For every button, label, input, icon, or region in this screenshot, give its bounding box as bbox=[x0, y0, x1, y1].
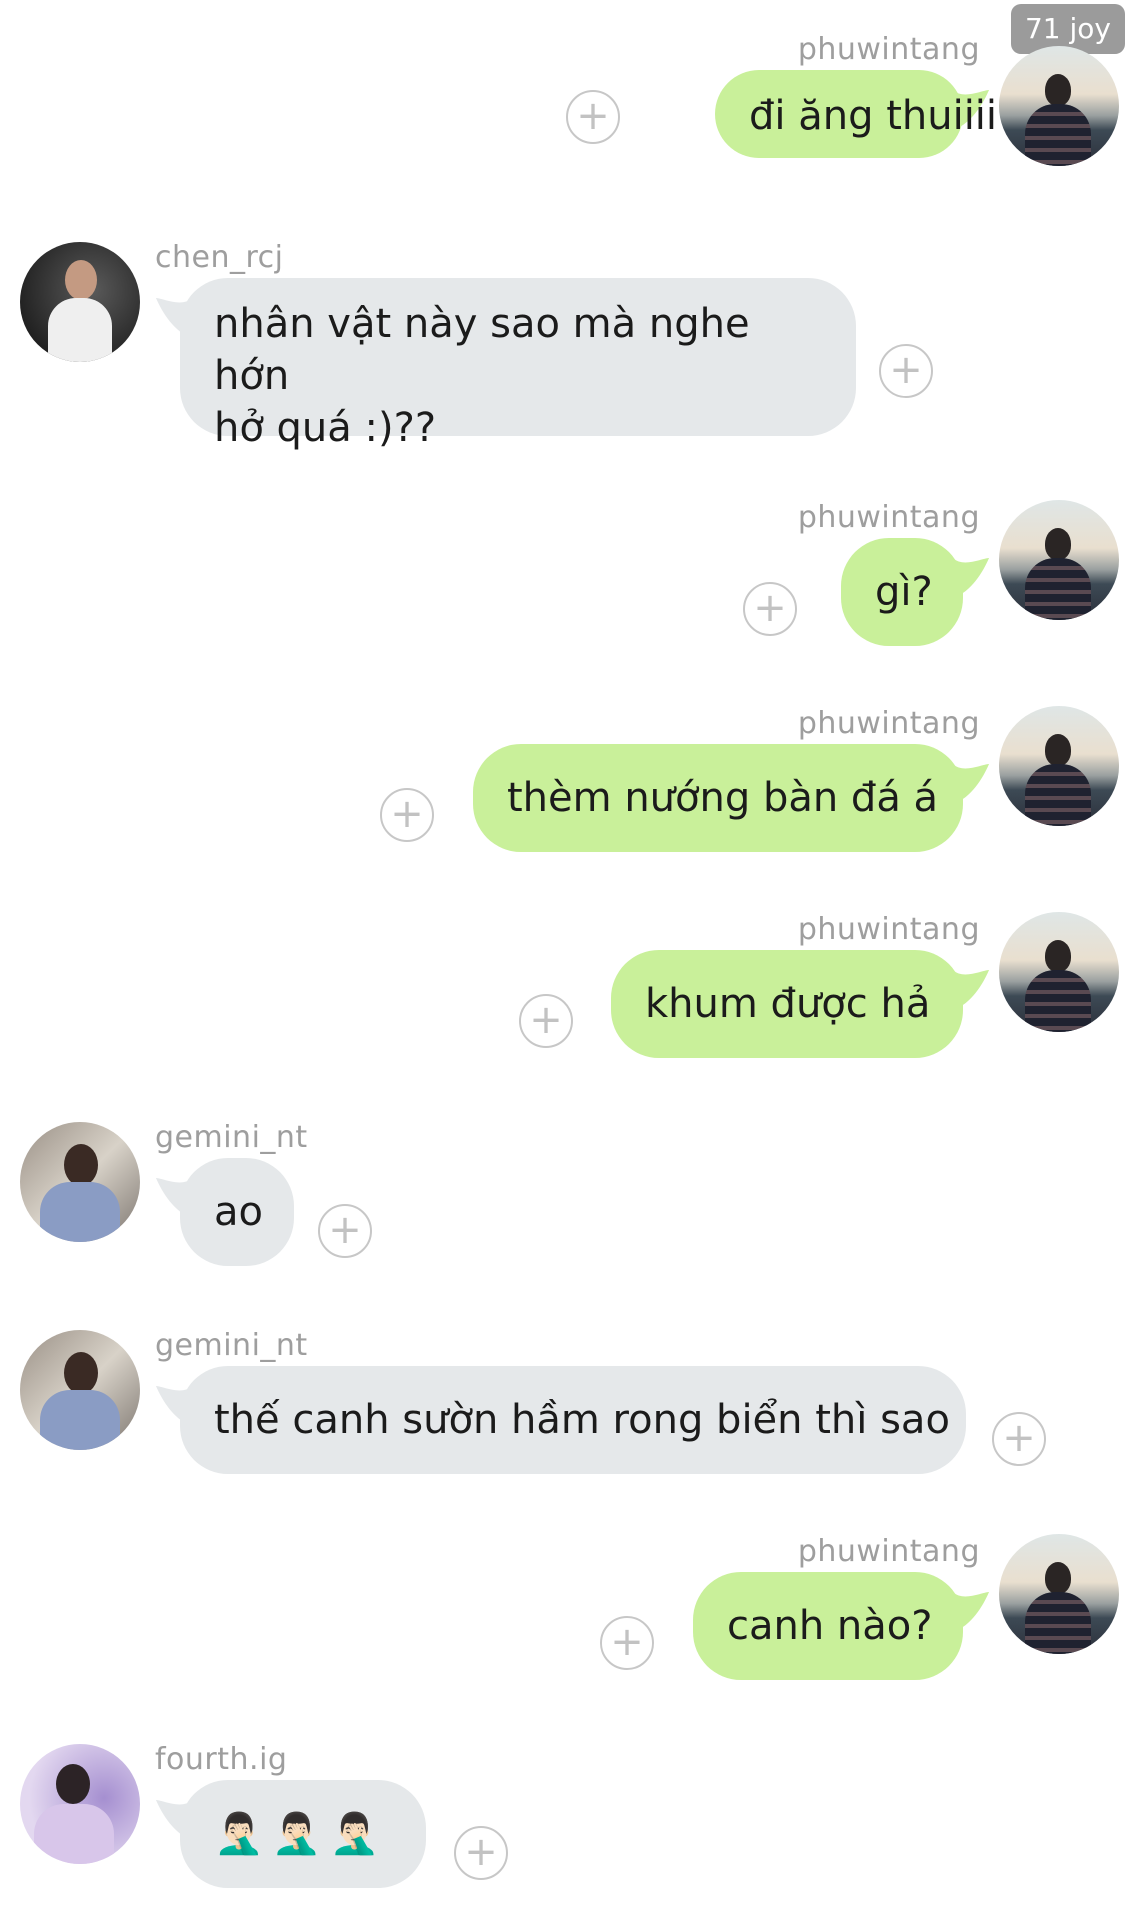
plus-circle-icon[interactable]: + bbox=[318, 1204, 372, 1258]
plus-circle-icon[interactable]: + bbox=[992, 1412, 1046, 1466]
message-bubble[interactable]: nhân vật này sao mà nghe hớn hở quá :)?? bbox=[180, 278, 856, 451]
sender-name: chen_rcj bbox=[155, 240, 284, 275]
plus-circle-icon[interactable]: + bbox=[879, 344, 933, 398]
message-bubble[interactable]: 🤦🏻‍♂️🤦🏻‍♂️🤦🏻‍♂️ bbox=[180, 1780, 426, 1888]
message-bubble[interactable]: khum được hả bbox=[611, 950, 963, 1058]
avatar[interactable] bbox=[999, 1534, 1119, 1654]
avatar[interactable] bbox=[20, 242, 140, 362]
chat-message: phuwintang khum được hả + bbox=[0, 912, 1135, 1102]
message-bubble[interactable]: đi ăng thuiiii bbox=[715, 70, 997, 158]
chat-message: phuwintang đi ăng thuiiii + bbox=[0, 32, 1135, 222]
message-text-line: nhân vật này sao mà nghe hớn bbox=[214, 301, 750, 399]
plus-circle-icon[interactable]: + bbox=[743, 582, 797, 636]
message-bubble[interactable]: canh nào? bbox=[693, 1572, 963, 1680]
avatar[interactable] bbox=[999, 500, 1119, 620]
message-bubble[interactable]: gì? bbox=[841, 538, 963, 646]
plus-circle-icon[interactable]: + bbox=[566, 90, 620, 144]
message-bubble[interactable]: thế canh sườn hầm rong biển thì sao bbox=[180, 1366, 966, 1474]
sender-name: phuwintang bbox=[797, 1534, 980, 1569]
chat-message: gemini_nt ao + bbox=[0, 1120, 1135, 1310]
chat-message: phuwintang canh nào? + bbox=[0, 1534, 1135, 1724]
plus-circle-icon[interactable]: + bbox=[454, 1826, 508, 1880]
sender-name: fourth.ig bbox=[155, 1742, 288, 1777]
message-text-line: hở quá :)?? bbox=[214, 405, 437, 451]
plus-circle-icon[interactable]: + bbox=[380, 788, 434, 842]
chat-message: phuwintang thèm nướng bàn đá á + bbox=[0, 706, 1135, 896]
chat-message: chen_rcj nhân vật này sao mà nghe hớn hở… bbox=[0, 240, 1135, 451]
message-bubble[interactable]: thèm nướng bàn đá á bbox=[473, 744, 963, 852]
sender-name: phuwintang bbox=[797, 912, 980, 947]
avatar[interactable] bbox=[20, 1744, 140, 1864]
plus-circle-icon[interactable]: + bbox=[600, 1616, 654, 1670]
plus-circle-icon[interactable]: + bbox=[519, 994, 573, 1048]
chat-message: gemini_nt thế canh sườn hầm rong biển th… bbox=[0, 1328, 1135, 1518]
avatar[interactable] bbox=[999, 706, 1119, 826]
chat-message: fourth.ig 🤦🏻‍♂️🤦🏻‍♂️🤦🏻‍♂️ + bbox=[0, 1742, 1135, 1920]
sender-name: phuwintang bbox=[797, 706, 980, 741]
sender-name: phuwintang bbox=[797, 500, 980, 535]
avatar[interactable] bbox=[20, 1330, 140, 1450]
avatar[interactable] bbox=[999, 912, 1119, 1032]
message-bubble[interactable]: ao bbox=[180, 1158, 294, 1266]
sender-name: phuwintang bbox=[797, 32, 980, 67]
sender-name: gemini_nt bbox=[155, 1328, 308, 1363]
avatar[interactable] bbox=[999, 46, 1119, 166]
avatar[interactable] bbox=[20, 1122, 140, 1242]
chat-message: phuwintang gì? + bbox=[0, 500, 1135, 690]
sender-name: gemini_nt bbox=[155, 1120, 308, 1155]
facepalm-emoji: 🤦🏻‍♂️🤦🏻‍♂️🤦🏻‍♂️ bbox=[214, 1811, 388, 1857]
